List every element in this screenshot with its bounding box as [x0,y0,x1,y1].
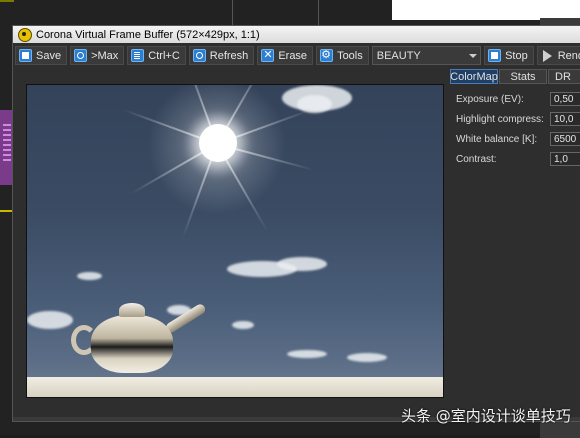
ground-plane [27,377,443,397]
exposure-row: Exposure (EV): [456,89,580,109]
render-pass-value: BEAUTY [376,49,421,62]
highlight-compress-label: Highlight compress: [456,113,544,125]
stop-label: Stop [505,49,528,62]
render-viewport[interactable] [26,84,444,398]
highlight-compress-row: Highlight compress: [456,109,580,129]
contrast-row: Contrast: [456,149,580,169]
viewport-border [0,0,14,2]
render-button[interactable]: Rend [536,46,580,65]
max-button[interactable]: >Max [70,46,125,65]
sun [199,124,237,162]
white-balance-field[interactable] [550,132,580,146]
tab-dr[interactable]: DR [548,69,580,84]
divider [232,0,233,25]
save-label: Save [36,49,62,62]
cloud [232,321,254,329]
play-icon [541,49,554,62]
tools-button[interactable]: Tools [316,46,369,65]
tools-label: Tools [337,49,363,62]
render-pass-select[interactable]: BEAUTY [371,46,482,65]
tab-stats[interactable]: Stats [499,69,547,84]
maximize-icon [74,49,88,62]
contrast-label: Contrast: [456,153,497,165]
refresh-button[interactable]: Refresh [188,46,255,65]
window-title: Corona Virtual Frame Buffer (572×429px, … [36,28,260,41]
corona-app-icon [18,27,32,42]
erase-label: Erase [278,49,308,62]
exposure-label: Exposure (EV): [456,93,524,105]
teapot [91,315,173,373]
cloud [77,272,102,280]
teapot-lid [119,303,145,317]
watermark-text: 头条 @室内设计谈单技巧 [401,407,571,425]
chevron-down-icon [469,53,478,58]
max-label: >Max [91,49,119,62]
erase-button[interactable]: Erase [257,46,314,65]
tab-colormap[interactable]: ColorMap [450,69,498,84]
stop-icon [488,49,502,62]
white-balance-label: White balance [K]: [456,133,538,145]
refresh-icon [192,49,206,62]
gear-icon [320,48,334,62]
title-bar[interactable]: Corona Virtual Frame Buffer (572×429px, … [13,26,580,43]
cloud [27,311,73,329]
stop-button[interactable]: Stop [484,46,534,65]
contrast-field[interactable] [550,152,580,166]
white-balance-row: White balance [K]: [456,129,580,149]
cloud [297,95,332,113]
refresh-label: Refresh [209,49,249,62]
exposure-field[interactable] [550,92,580,106]
divider [318,0,319,25]
settings-tabs: ColorMap Stats DR [450,69,580,84]
copy-label: Ctrl+C [148,49,180,62]
render-label: Rend [557,49,580,62]
copy-button[interactable]: Ctrl+C [127,46,186,65]
background-window [392,0,580,20]
clipboard-icon [131,49,145,62]
cloud [347,353,387,362]
cloud [287,350,327,358]
cloud [277,257,327,271]
save-icon [19,49,32,62]
frame-buffer-window: Corona Virtual Frame Buffer (572×429px, … [12,25,580,422]
erase-icon [261,48,275,62]
highlight-compress-field[interactable] [550,112,580,126]
colormap-panel: Exposure (EV): Highlight compress: White… [456,89,580,169]
save-button[interactable]: Save [15,46,68,65]
toolbar: Save >Max Ctrl+C Refresh Erase Tools BEA… [13,45,580,66]
